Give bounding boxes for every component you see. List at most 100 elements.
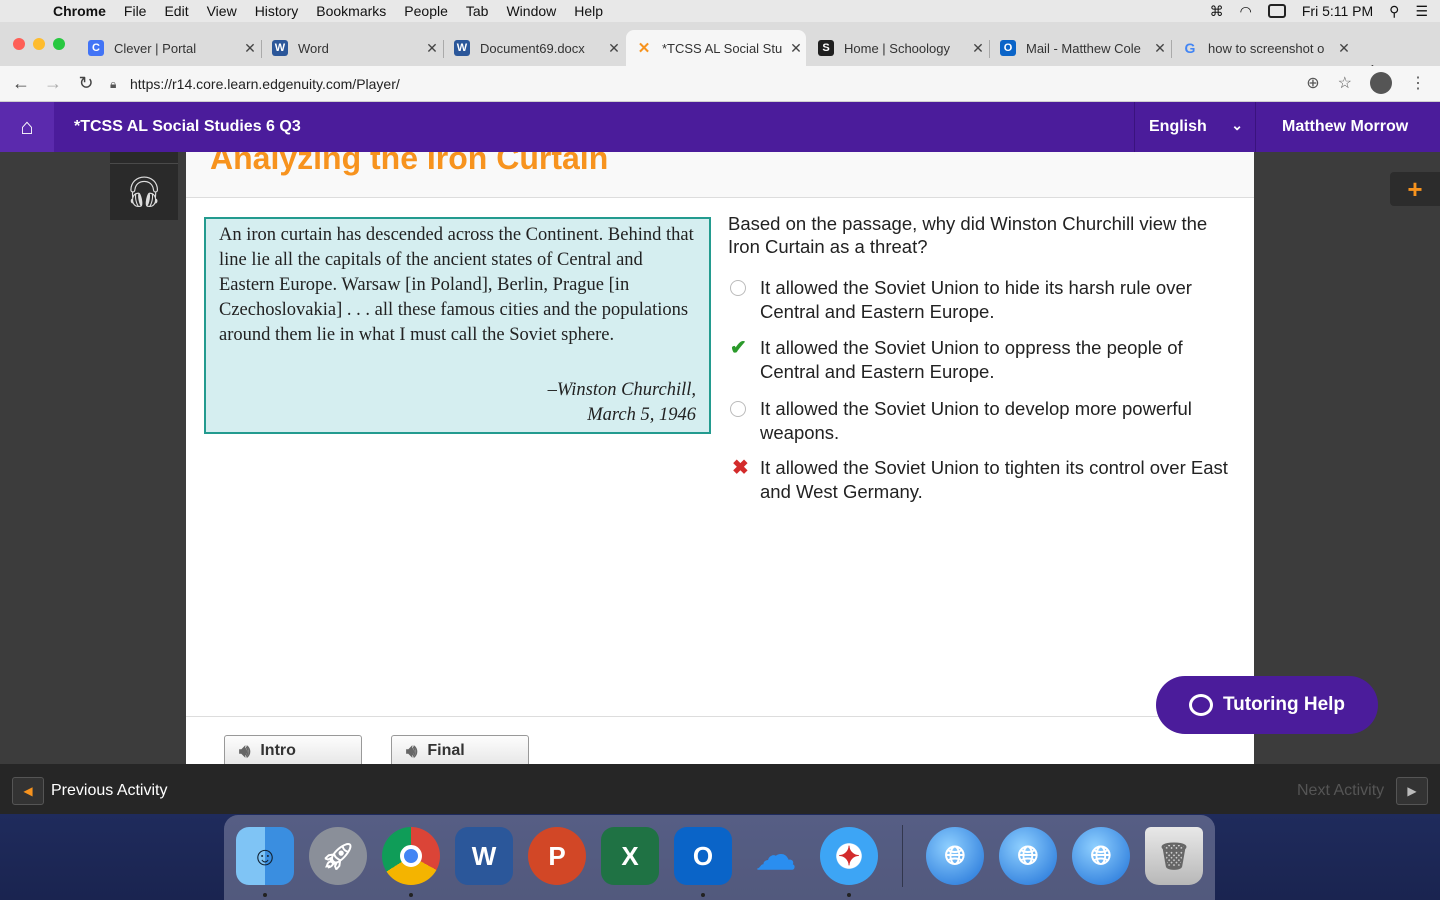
clock[interactable]: Fri 5:11 PM [1302,3,1373,19]
tutoring-label: Tutoring Help [1222,694,1346,715]
tab-separator [261,40,262,58]
radio-button[interactable] [730,280,746,296]
speaker-icon: 🔊︎ [406,740,418,761]
battery-icon[interactable] [1267,4,1286,18]
forward-arrow-icon[interactable]: → [42,73,64,94]
radio-unselected-icon [728,276,760,324]
menu-history[interactable]: History [246,3,308,19]
answer-option-1[interactable]: It allowed the Soviet Union to hide its … [728,276,1228,324]
chrome-icon[interactable] [382,827,440,885]
radio-button[interactable] [730,401,746,417]
browser-tab[interactable]: ✕ *TCSS AL Social Stu ✕ [626,30,806,66]
finder-icon[interactable]: ☺ [236,827,294,885]
previous-activity-label[interactable]: Previous Activity [51,782,167,800]
browser-tab[interactable]: W Word ✕ [262,34,442,62]
close-tab-icon[interactable]: ✕ [240,40,260,57]
browser-tab[interactable]: Ghow to screenshot o ✕ [1172,34,1354,62]
zoom-icon[interactable]: ⊕ [1306,73,1319,93]
expand-tools-button[interactable]: + [1390,172,1440,206]
answer-option-3[interactable]: It allowed the Soviet Union to develop m… [728,397,1228,445]
onedrive-icon[interactable]: ☁ [747,827,805,885]
browser-tab[interactable]: W Document69.docx ✕ [444,34,624,62]
macos-menu-bar: Chrome File Edit View History Bookmarks … [0,0,1440,22]
word-icon: W [454,40,470,56]
wifi-icon[interactable]: ◠ [1240,3,1252,20]
language-label: English [1149,118,1207,135]
powerpoint-icon[interactable]: P [528,827,586,885]
tab-separator [443,40,444,58]
close-tab-icon[interactable]: ✕ [1334,40,1354,57]
close-tab-icon[interactable]: ✕ [422,40,442,57]
menu-edit[interactable]: Edit [155,3,197,19]
browser-tab[interactable]: O Mail - Matthew Cole ✕ [990,34,1170,62]
intro-audio-button[interactable]: 🔊︎ Intro [224,735,362,767]
tab-title: Home | Schoology [844,40,950,56]
user-name[interactable]: Matthew Morrow [1282,118,1408,136]
globe-icon[interactable]: 🌐︎ [926,827,984,885]
course-title: *TCSS AL Social Studies 6 Q3 [74,118,301,135]
outlook-icon[interactable]: O [674,827,732,885]
tab-separator [989,40,990,58]
chat-bubble-icon [1188,694,1213,716]
home-icon: ⌂ [20,114,34,139]
word-icon: W [272,40,288,56]
answer-option-text: It allowed the Soviet Union to tighten i… [760,457,1228,502]
profile-avatar-icon[interactable] [1370,72,1392,94]
audio-controls-bar: 🔊︎ Intro 🔊︎ Final [186,716,1254,767]
close-tab-icon[interactable]: ✕ [604,40,624,57]
chrome-menu-icon[interactable]: ⋮ [1410,73,1426,93]
course-header: ⌂ *TCSS AL Social Studies 6 Q3 English ⌄… [0,102,1440,152]
window-minimize-button[interactable] [33,38,45,50]
menu-app-chrome[interactable]: Chrome [44,3,115,19]
screenshot-tool-icon[interactable]: ⌘ [1210,3,1224,20]
side-tool-previous[interactable] [110,152,178,164]
tutoring-help-button[interactable]: Tutoring Help [1156,676,1378,734]
menu-window[interactable]: Window [497,3,565,19]
trash-icon[interactable]: 🗑︎ [1145,827,1203,885]
previous-activity-button[interactable]: ◀ [12,777,44,805]
close-tab-icon[interactable]: ✕ [786,40,806,57]
browser-tab[interactable]: S Home | Schoology ✕ [808,34,988,62]
notification-center-icon[interactable]: ☰ [1415,3,1428,20]
passage-text: An iron curtain has descended across the… [219,225,694,345]
next-activity-button[interactable]: ▶ [1396,777,1428,805]
chevron-down-icon: ⌄ [1231,117,1243,133]
menu-file[interactable]: File [115,3,156,19]
globe-icon[interactable]: 🌐︎ [999,827,1057,885]
address-bar[interactable]: 🔒︎ https://r14.core.learn.edgenuity.com/… [110,70,1360,98]
text-to-speech-button[interactable]: 🎧︎ [110,164,178,220]
menu-help[interactable]: Help [565,3,612,19]
language-selector[interactable]: English ⌄ [1134,102,1256,152]
google-icon: G [1184,40,1196,56]
tab-title: Mail - Matthew Cole [1026,40,1141,56]
bookmark-star-icon[interactable]: ☆ [1338,73,1352,93]
close-tab-icon[interactable]: ✕ [968,40,988,57]
final-audio-button[interactable]: 🔊︎ Final [391,735,529,767]
browser-tab[interactable]: C Clever | Portal ✕ [78,34,260,62]
window-zoom-button[interactable] [53,38,65,50]
toolbar-actions: ⊕ ☆ ⋮ [1306,72,1426,94]
url-text[interactable]: https://r14.core.learn.edgenuity.com/Pla… [130,76,400,92]
answer-option-2[interactable]: ✔ It allowed the Soviet Union to oppress… [728,336,1228,384]
menu-bookmarks[interactable]: Bookmarks [307,3,395,19]
answer-option-4[interactable]: ✖ It allowed the Soviet Union to tighten… [728,456,1228,504]
radio-unselected-icon [728,397,760,445]
answer-option-text: It allowed the Soviet Union to oppress t… [760,337,1183,382]
safari-icon[interactable]: ✦ [820,827,878,885]
home-button[interactable]: ⌂ [0,102,54,152]
window-close-button[interactable] [13,38,25,50]
lock-icon[interactable]: 🔒︎ [110,77,130,92]
back-arrow-icon[interactable]: ← [10,73,32,94]
menu-tab[interactable]: Tab [457,3,498,19]
player-stage: 🎧︎ + Analyzing the Iron Curtain An iron … [0,152,1440,767]
tab-title: Word [298,40,329,56]
close-tab-icon[interactable]: ✕ [1150,40,1170,57]
globe-icon[interactable]: 🌐︎ [1072,827,1130,885]
spotlight-search-icon[interactable]: ⚲ [1389,3,1399,20]
reload-icon[interactable]: ↻ [75,73,97,94]
launchpad-icon[interactable]: 🚀︎ [309,827,367,885]
word-icon[interactable]: W [455,827,513,885]
excel-icon[interactable]: X [601,827,659,885]
menu-view[interactable]: View [198,3,246,19]
menu-people[interactable]: People [395,3,457,19]
